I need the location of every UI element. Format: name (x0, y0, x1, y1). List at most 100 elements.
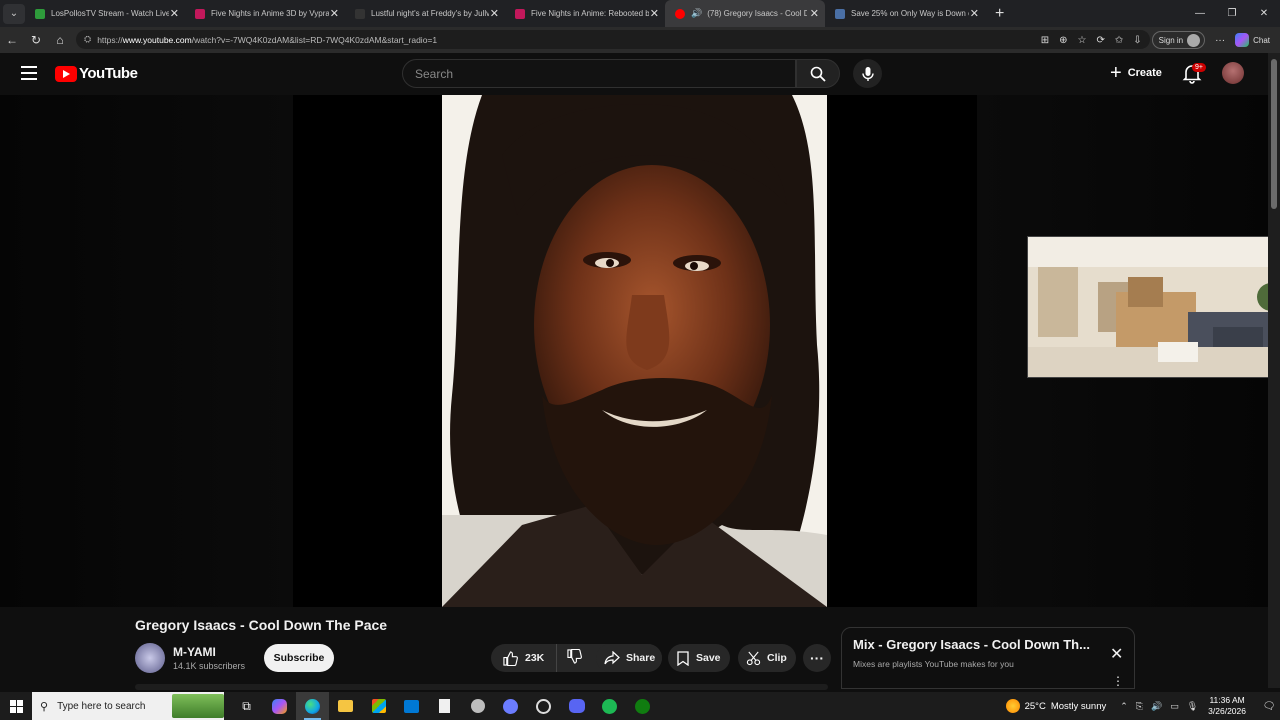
back-arrow-icon[interactable]: ← (0, 28, 24, 52)
share-label: Share (626, 652, 656, 664)
save-button[interactable]: Save (668, 644, 730, 672)
scissors-icon (746, 651, 761, 665)
site-info-icon[interactable]: ⛭ (84, 34, 91, 45)
speaker-icon[interactable]: 🔊 (691, 8, 702, 19)
tab-favicon-icon (195, 8, 205, 19)
channel-avatar[interactable] (135, 643, 165, 673)
zoom-icon[interactable]: ⊕ (1059, 35, 1067, 46)
taskbar-search-input[interactable]: ⚲ Type here to search (32, 692, 224, 720)
description-box-edge[interactable] (135, 684, 828, 690)
home-icon[interactable]: ⌂ (48, 28, 72, 52)
more-options-icon[interactable]: ··· (1215, 35, 1225, 46)
browser-tab[interactable]: LosPollosTV Stream - Watch Live ✕ (25, 0, 185, 27)
voice-search-button[interactable] (853, 59, 882, 88)
dislike-button[interactable] (557, 648, 592, 667)
app-icon[interactable] (461, 692, 494, 720)
taskbar-search-placeholder: Type here to search (57, 700, 146, 712)
mic-tray-icon[interactable]: 🎙 (1187, 701, 1198, 712)
reload-icon[interactable]: ↻ (24, 28, 48, 52)
tab-close-icon[interactable]: ✕ (970, 7, 979, 20)
tray-icons: ⌃ ⎘ 🔊 ▭ 🎙 (1120, 701, 1198, 712)
search-button[interactable] (796, 59, 840, 88)
file-explorer-icon[interactable] (329, 692, 362, 720)
maximize-icon[interactable]: ❐ (1216, 0, 1248, 27)
display-icon[interactable]: ▭ (1170, 701, 1179, 712)
more-actions-button[interactable]: ··· (803, 644, 831, 672)
search-input[interactable]: Search (402, 59, 796, 88)
steam-icon[interactable] (527, 692, 560, 720)
minimize-icon[interactable]: — (1184, 0, 1216, 27)
address-toolbar: ← ↻ ⌂ ⛭ https://www.youtube.com/watch?v=… (0, 27, 1280, 53)
thumbs-up-icon (503, 650, 518, 666)
more-dots-icon: ··· (810, 650, 824, 666)
mail-icon[interactable] (395, 692, 428, 720)
xbox-icon[interactable] (626, 692, 659, 720)
show-hidden-icons-chevron-icon[interactable]: ⌃ (1120, 701, 1128, 712)
discord-icon[interactable] (560, 692, 593, 720)
page-scrollbar[interactable] (1268, 53, 1280, 688)
weather-widget[interactable]: 25°C Mostly sunny (1005, 699, 1106, 713)
extensions-icon[interactable]: ⟳ (1096, 35, 1104, 46)
youtube-logo[interactable]: YouTube (55, 65, 138, 82)
share-button[interactable]: Share (596, 644, 662, 672)
clock[interactable]: 11:36 AM 3/26/2026 (1208, 695, 1246, 717)
copilot-app-icon[interactable] (263, 692, 296, 720)
clip-button[interactable]: Clip (738, 644, 796, 672)
create-label: Create (1127, 67, 1162, 79)
close-window-icon[interactable]: ✕ (1248, 0, 1280, 27)
network-icon[interactable]: ⎘ (1136, 701, 1143, 712)
task-view-icon[interactable]: ⧉ (230, 692, 263, 720)
create-button[interactable]: + Create (1100, 58, 1172, 88)
browser-tab[interactable]: Save 25% on Only Way is Down o ✕ (825, 0, 985, 27)
video-frame[interactable] (442, 95, 827, 607)
windows-start-icon[interactable] (0, 692, 32, 720)
tab-close-icon[interactable]: ✕ (170, 7, 179, 20)
browser-tab[interactable]: Five Nights in Anime 3D by Vyprae ✕ (185, 0, 345, 27)
mix-menu-icon[interactable]: ⋮ (1112, 674, 1124, 688)
tab-favicon-icon (355, 8, 365, 19)
chat-label: Chat (1253, 35, 1270, 45)
favorites-icon[interactable]: ✩ (1115, 35, 1123, 46)
tab-close-icon[interactable]: ✕ (490, 7, 499, 20)
windows-taskbar: ⚲ Type here to search ⧉ 25°C Mostly sunn… (0, 692, 1280, 720)
new-tab-plus-icon[interactable]: + (995, 5, 1004, 23)
copilot-chat-button[interactable]: Chat (1235, 33, 1270, 47)
tab-title: Five Nights in Anime 3D by Vyprae (211, 9, 329, 18)
spotify-icon[interactable] (593, 692, 626, 720)
picture-in-picture-overlay[interactable] (1027, 236, 1280, 378)
tab-actions-chevron-icon[interactable]: ⌄ (3, 3, 25, 24)
search-icon (810, 66, 826, 82)
volume-icon[interactable]: 🔊 (1151, 701, 1162, 712)
window-controls: — ❐ ✕ (1184, 0, 1280, 27)
guide-menu-icon[interactable] (21, 66, 37, 80)
url-field[interactable]: ⛭ https://www.youtube.com/watch?v=-7WQ4K… (76, 30, 1150, 49)
tab-favicon-icon (835, 8, 845, 19)
tab-close-icon[interactable]: ✕ (650, 7, 659, 20)
notepad-icon[interactable] (428, 692, 461, 720)
clock-time: 11:36 AM (1209, 695, 1245, 705)
clip-label: Clip (767, 652, 787, 664)
scrollbar-thumb[interactable] (1271, 59, 1277, 209)
sign-in-button[interactable]: Sign in (1151, 31, 1206, 49)
favorite-star-icon[interactable]: ☆ (1077, 35, 1086, 46)
like-button[interactable]: 23K (491, 644, 558, 672)
bookmark-icon (677, 650, 689, 666)
app-arrow-icon[interactable] (494, 692, 527, 720)
tab-title: (78) Gregory Isaacs - Cool Do (707, 9, 808, 18)
mix-title[interactable]: Mix - Gregory Isaacs - Cool Down Th... (853, 637, 1090, 652)
notification-center-icon[interactable]: 🗨 (1258, 701, 1280, 712)
browser-tab[interactable]: Lustful night's at Freddy's by Jullv ✕ (345, 0, 505, 27)
tab-close-icon[interactable]: ✕ (810, 7, 819, 20)
microsoft-store-icon[interactable] (362, 692, 395, 720)
downloads-icon[interactable]: ⇩ (1133, 35, 1141, 46)
subscribe-button[interactable]: Subscribe (264, 644, 334, 672)
browser-tab[interactable]: Five Nights in Anime: Rebooted b ✕ (505, 0, 665, 27)
user-avatar[interactable] (1222, 62, 1244, 84)
app-available-icon[interactable]: ⊞ (1041, 35, 1049, 46)
close-mix-icon[interactable]: ✕ (1110, 644, 1123, 664)
weather-temp: 25°C (1024, 700, 1046, 712)
browser-tab-active[interactable]: 🔊 (78) Gregory Isaacs - Cool Do ✕ (665, 0, 825, 27)
edge-browser-icon[interactable] (296, 692, 329, 720)
tab-close-icon[interactable]: ✕ (330, 7, 339, 20)
channel-name[interactable]: M-YAMI (173, 645, 216, 659)
